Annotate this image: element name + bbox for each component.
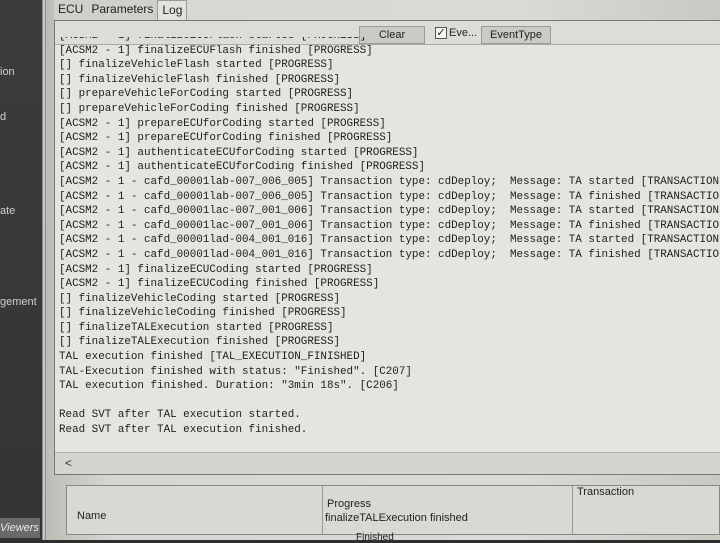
name-header: Name: [77, 510, 107, 522]
log-line: [ACSM2 - 1] authenticateECUforCoding sta…: [59, 146, 419, 159]
log-line: [] finalizeVehicleCoding started [PROGRE…: [59, 292, 341, 305]
log-line: TAL execution finished [TAL_EXECUTION_FI…: [59, 351, 367, 364]
log-line: Read SVT after TAL execution finished.: [59, 424, 308, 437]
tab-ecu[interactable]: ECU: [54, 0, 88, 20]
status-table: Name Progress finalizeTALExecution finis…: [66, 485, 720, 535]
tab-parameters[interactable]: Parameters: [87, 0, 158, 20]
status-state: Finished: [356, 532, 394, 543]
progress-value: finalizeTALExecution finished: [325, 512, 468, 524]
log-line: TAL execution finished. Duration: "3min …: [59, 380, 399, 393]
tab-log[interactable]: Log: [157, 0, 188, 20]
sidebar-item[interactable]: gement: [0, 296, 37, 308]
log-line: [] prepareVehicleForCoding finished [PRO…: [59, 102, 360, 115]
log-line: [ACSM2 - 1 - cafd_00001lab-007_006_005] …: [59, 190, 720, 203]
log-line: Read SVT after TAL execution started.: [59, 409, 301, 422]
log-output[interactable]: [ACSM2 - 1] finalizeECUFlash started [PR…: [59, 37, 720, 447]
log-line: [ACSM2 - 1] prepareECUforCoding finished…: [59, 132, 393, 145]
log-line: [ACSM2 - 1] finalizeECUCoding finished […: [59, 278, 380, 291]
log-line: [ACSM2 - 1] authenticateECUforCoding fin…: [59, 161, 425, 174]
log-line: [] finalizeVehicleCoding finished [PROGR…: [59, 307, 347, 320]
sidebar-item[interactable]: d: [0, 111, 6, 123]
log-line: [ACSM2 - 1 - cafd_00001lac-007_001_006] …: [59, 219, 720, 232]
sidebar: ion d ate gement Viewers: [0, 0, 42, 540]
log-line: [ACSM2 - 1 - cafd_00001lad-004_001_016] …: [59, 234, 720, 247]
sidebar-item[interactable]: ion: [0, 66, 15, 78]
log-panel: Clear ✓ Eve... EventType [ACSM2 - 1] fin…: [54, 20, 720, 475]
sidebar-item[interactable]: ate: [0, 205, 15, 217]
log-line: [ACSM2 - 1 - cafd_00001lad-004_001_016] …: [59, 248, 720, 261]
tab-bar: ECU Parameters Log: [54, 0, 188, 20]
log-line: [ACSM2 - 1 - cafd_00001lab-007_006_005] …: [59, 175, 720, 188]
sidebar-item-viewers[interactable]: Viewers: [0, 518, 40, 538]
log-line: [] finalizeTALExecution started [PROGRES…: [59, 321, 334, 334]
transaction-header: Transaction: [577, 486, 635, 498]
scroll-left-icon[interactable]: <: [65, 456, 72, 470]
log-line: [] finalizeTALExecution finished [PROGRE…: [59, 336, 341, 349]
progress-header: Progress: [327, 498, 372, 510]
log-line: [ACSM2 - 1] finalizeECUCoding started [P…: [59, 263, 373, 276]
log-line: [ACSM2 - 1] finalizeECUFlash finished [P…: [59, 44, 373, 57]
log-line: [ACSM2 - 1] prepareECUforCoding started …: [59, 117, 386, 130]
log-line: [ACSM2 - 1] finalizeECUFlash started [PR…: [59, 37, 720, 44]
log-line: [] finalizeVehicleFlash started [PROGRES…: [59, 59, 334, 72]
log-line: [] prepareVehicleForCoding started [PROG…: [59, 88, 354, 101]
horizontal-scrollbar[interactable]: <: [55, 452, 720, 474]
log-line: TAL-Execution finished with status: "Fin…: [59, 365, 412, 378]
main-area: ECU Parameters Log Clear ✓ Eve... EventT…: [42, 0, 720, 543]
log-line: [ACSM2 - 1 - cafd_00001lac-007_001_006] …: [59, 205, 720, 218]
log-line: [] finalizeVehicleFlash finished [PROGRE…: [59, 73, 341, 86]
